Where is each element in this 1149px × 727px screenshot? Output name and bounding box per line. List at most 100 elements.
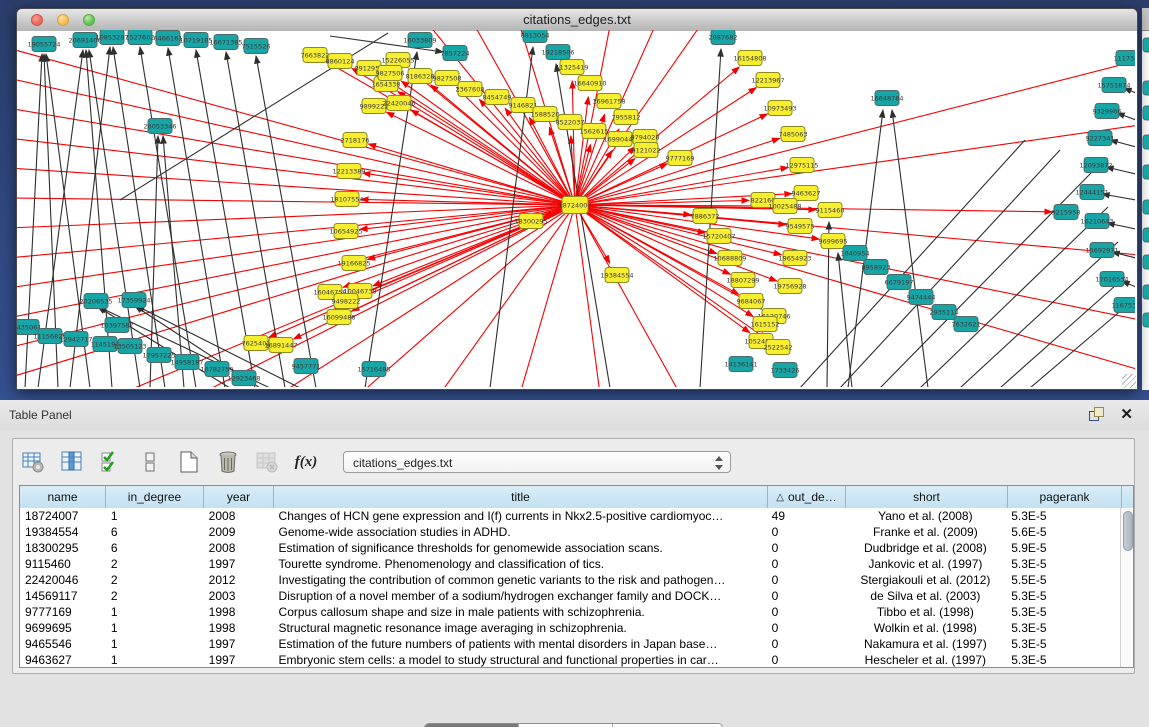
- import-table-disabled-button: [253, 448, 281, 476]
- table-cell: Wolkin et al. (1998): [845, 620, 1007, 636]
- table-cell: 9465546: [20, 636, 106, 652]
- table-cell: 1998: [204, 620, 274, 636]
- table-cell: Genome-wide association studies in ADHD.: [274, 524, 767, 540]
- column-visibility-button[interactable]: [58, 448, 86, 476]
- table-cell: 1: [106, 636, 204, 652]
- column-header-name[interactable]: name: [20, 486, 106, 508]
- table-cell: 9699695: [20, 620, 106, 636]
- table-cell: 5.6E-5: [1006, 524, 1120, 540]
- resize-grip[interactable]: [1122, 374, 1136, 388]
- table-cell: Estimation of significance thresholds fo…: [274, 540, 767, 556]
- table-cell: 5.9E-5: [1006, 540, 1120, 556]
- column-header-short[interactable]: short: [846, 486, 1008, 508]
- table-cell: 5.3E-5: [1006, 620, 1120, 636]
- table-cell: 9463627: [20, 652, 106, 667]
- node-table: namein_degreeyeartitle△out_de…shortpager…: [19, 485, 1134, 668]
- table-cell: 2009: [204, 524, 274, 540]
- table-cell: 9115460: [20, 556, 106, 572]
- table-row[interactable]: 946362711997Embryonic stem cells: a mode…: [20, 652, 1120, 667]
- column-header-title[interactable]: title: [274, 486, 768, 508]
- window-titlebar[interactable]: citations_edges.txt: [17, 9, 1137, 32]
- table-cell: 5.3E-5: [1006, 604, 1120, 620]
- table-cell: de Silva et al. (2003): [845, 588, 1007, 604]
- column-header-pagerank[interactable]: pagerank: [1008, 486, 1122, 508]
- table-cell: 18300295: [20, 540, 106, 556]
- table-selector-value: citations_edges.txt: [353, 456, 452, 470]
- table-cell: Tibbo et al. (1998): [845, 604, 1007, 620]
- table-cell: Dudbridge et al. (2008): [845, 540, 1007, 556]
- table-cell: 2: [106, 588, 204, 604]
- function-builder-button[interactable]: f(x): [292, 448, 320, 476]
- table-cell: Yano et al. (2008): [845, 508, 1007, 524]
- table-cell: 2003: [204, 588, 274, 604]
- table-selector-dropdown[interactable]: citations_edges.txt: [343, 451, 731, 473]
- network-canvas[interactable]: [17, 31, 1137, 389]
- table-cell: 22420046: [20, 572, 106, 588]
- table-cell: 0: [767, 540, 845, 556]
- table-panel: Table Panel ✕: [0, 400, 1149, 727]
- cytoscape-desktop: citations_edges.txt 18724007766382288601…: [0, 0, 1149, 727]
- table-cell: Jankovic et al. (1997): [845, 556, 1007, 572]
- table-cell: Disruption of a novel member of a sodium…: [274, 588, 767, 604]
- table-cell: 14569117: [20, 588, 106, 604]
- table-cell: 1997: [204, 652, 274, 667]
- window-title: citations_edges.txt: [17, 12, 1137, 27]
- sort-ascending-icon: △: [776, 492, 784, 503]
- table-cell: Stergiakouli et al. (2012): [845, 572, 1007, 588]
- table-cell: Embryonic stem cells: a model to study s…: [274, 652, 767, 667]
- table-cell: 5.3E-5: [1006, 652, 1120, 667]
- table-cell: 0: [767, 620, 845, 636]
- table-cell: 0: [767, 588, 845, 604]
- table-cell: 2012: [204, 572, 274, 588]
- table-cell: 19384554: [20, 524, 106, 540]
- delete-button[interactable]: [214, 448, 242, 476]
- table-cell: 1: [106, 508, 204, 524]
- table-cell: 5.3E-5: [1006, 556, 1120, 572]
- table-cell: 49: [767, 508, 845, 524]
- table-cell: 0: [767, 604, 845, 620]
- table-row[interactable]: 946554611997Estimation of the future num…: [20, 636, 1120, 652]
- table-cell: Tourette syndrome. Phenomenology and cla…: [274, 556, 767, 572]
- scrollbar-thumb[interactable]: [1123, 511, 1133, 551]
- table-header-row[interactable]: namein_degreeyeartitle△out_de…shortpager…: [20, 486, 1133, 509]
- column-header-in_degree[interactable]: in_degree: [106, 486, 204, 508]
- table-panel-header: Table Panel ✕: [0, 400, 1149, 430]
- table-cell: Structural magnetic resonance image aver…: [274, 620, 767, 636]
- table-settings-button[interactable]: [19, 448, 47, 476]
- table-row[interactable]: 1938455462009Genome-wide association stu…: [20, 524, 1120, 540]
- vertical-scrollbar[interactable]: [1120, 508, 1133, 667]
- table-cell: Estimation of the future numbers of pati…: [274, 636, 767, 652]
- table-cell: 5.5E-5: [1006, 572, 1120, 588]
- table-toolbar: f(x) citations_edges.txt: [19, 443, 731, 481]
- table-cell: 1997: [204, 636, 274, 652]
- column-header-out_de[interactable]: △out_de…: [768, 486, 846, 508]
- table-cell: 0: [767, 636, 845, 652]
- float-window-icon[interactable]: [1089, 407, 1105, 423]
- table-cell: 1: [106, 652, 204, 667]
- table-row[interactable]: 1456911722003Disruption of a novel membe…: [20, 588, 1120, 604]
- network-window[interactable]: citations_edges.txt: [16, 8, 1138, 390]
- row-height-button[interactable]: [136, 448, 164, 476]
- table-row[interactable]: 1872400712008Changes of HCN gene express…: [20, 508, 1120, 524]
- table-row[interactable]: 969969511998Structural magnetic resonanc…: [20, 620, 1120, 636]
- table-cell: 9777169: [20, 604, 106, 620]
- table-cell: 0: [767, 524, 845, 540]
- table-cell: 2: [106, 572, 204, 588]
- table-cell: Hescheler et al. (1997): [845, 652, 1007, 667]
- table-row[interactable]: 1830029562008Estimation of significance …: [20, 540, 1120, 556]
- table-cell: 0: [767, 572, 845, 588]
- select-rows-button[interactable]: [97, 448, 125, 476]
- table-cell: Nakamura et al. (1997): [845, 636, 1007, 652]
- table-cell: Franke et al. (2009): [845, 524, 1007, 540]
- panel-close-icon[interactable]: ✕: [1120, 405, 1133, 423]
- column-header-year[interactable]: year: [204, 486, 274, 508]
- table-cell: 1997: [204, 556, 274, 572]
- table-row[interactable]: 911546021997Tourette syndrome. Phenomeno…: [20, 556, 1120, 572]
- table-cell: 0: [767, 652, 845, 667]
- table-cell: 1998: [204, 604, 274, 620]
- table-row[interactable]: 977716911998Corpus callosum shape and si…: [20, 604, 1120, 620]
- table-row[interactable]: 2242004622012Investigating the contribut…: [20, 572, 1120, 588]
- new-file-button[interactable]: [175, 448, 203, 476]
- table-body: 1872400712008Changes of HCN gene express…: [20, 508, 1120, 667]
- background-window-sliver: [1142, 8, 1149, 390]
